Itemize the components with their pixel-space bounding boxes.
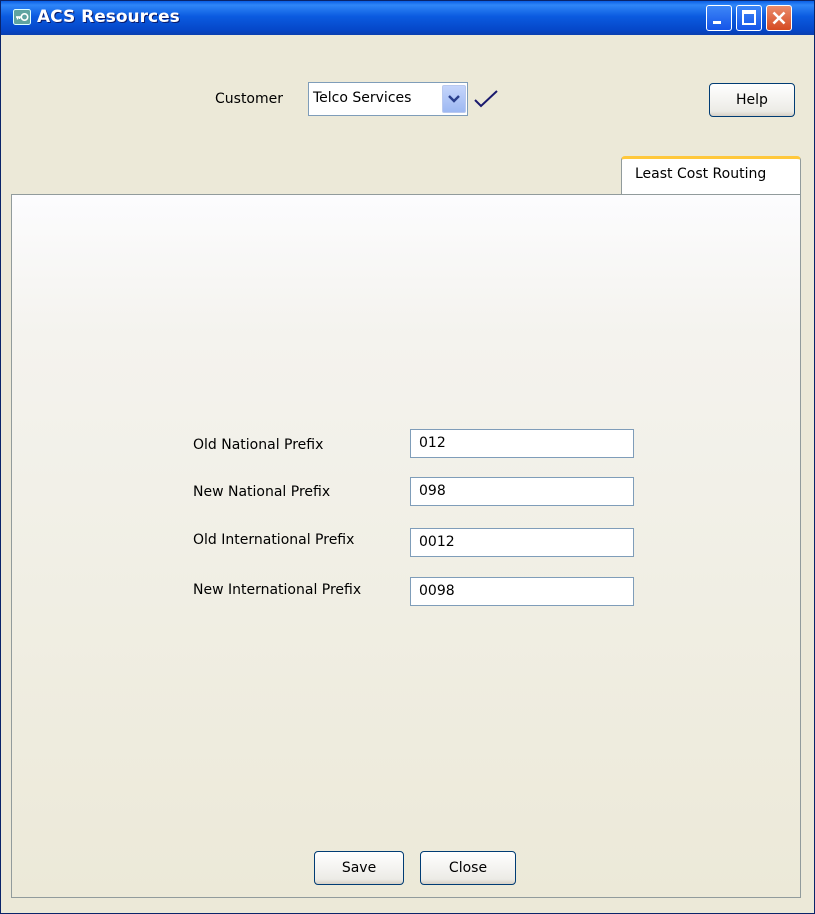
maximize-icon: [742, 10, 756, 25]
window-title: ACS Resources: [37, 7, 180, 27]
new-international-prefix-input[interactable]: 0098: [410, 577, 634, 606]
minimize-button[interactable]: [706, 5, 732, 31]
chevron-down-icon: [448, 95, 460, 103]
new-national-prefix-value: 098: [419, 483, 446, 499]
new-international-prefix-value: 0098: [419, 583, 455, 599]
customer-select-value: Telco Services: [313, 90, 412, 106]
tab-panel: [11, 194, 801, 898]
customer-label: Customer: [215, 91, 284, 107]
close-icon: [772, 11, 786, 25]
customer-select[interactable]: Telco Services: [308, 82, 468, 116]
old-international-prefix-value: 0012: [419, 534, 455, 550]
title-bar[interactable]: ACS Resources: [1, 1, 814, 35]
old-international-prefix-label: Old International Prefix: [193, 532, 355, 548]
acs-resources-window: ACS Resources Customer Telco Services He…: [0, 0, 815, 914]
old-national-prefix-input[interactable]: 012: [410, 429, 634, 458]
close-window-button[interactable]: [766, 5, 792, 31]
tab-least-cost-routing[interactable]: Least Cost Routing: [621, 156, 801, 195]
maximize-button[interactable]: [736, 5, 762, 31]
old-national-prefix-label: Old National Prefix: [193, 437, 324, 453]
tab-label: Least Cost Routing: [635, 166, 767, 182]
old-national-prefix-value: 012: [419, 435, 446, 451]
old-international-prefix-input[interactable]: 0012: [410, 528, 634, 557]
new-national-prefix-label: New National Prefix: [193, 484, 331, 500]
minimize-icon: [713, 21, 721, 24]
customer-dropdown-button[interactable]: [442, 85, 466, 113]
close-button[interactable]: Close: [420, 851, 516, 885]
new-international-prefix-label: New International Prefix: [193, 582, 362, 598]
new-national-prefix-input[interactable]: 098: [410, 477, 634, 506]
checkmark-icon: [473, 89, 499, 113]
key-icon: [13, 9, 31, 25]
help-button[interactable]: Help: [709, 83, 795, 117]
save-button[interactable]: Save: [314, 851, 404, 885]
